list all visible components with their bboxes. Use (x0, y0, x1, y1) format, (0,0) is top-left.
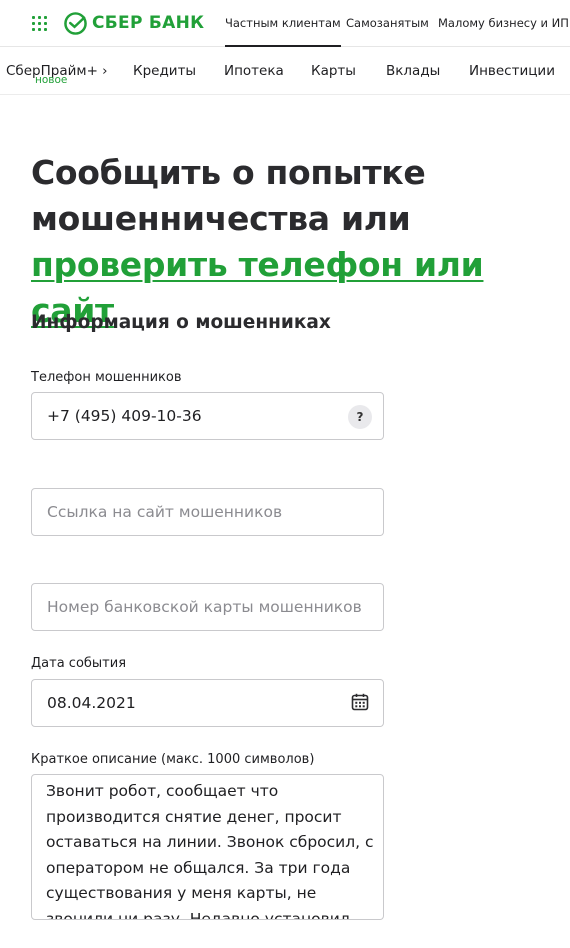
top-nav-private[interactable]: Частным клиентам (225, 16, 341, 47)
section-title: Информация о мошенниках (31, 312, 331, 333)
site-placeholder: Ссылка на сайт мошенников (47, 503, 283, 521)
phone-label: Телефон мошенников (31, 370, 182, 385)
phone-value: +7 (495) 409-10-36 (47, 407, 202, 425)
top-nav-selfemployed[interactable]: Самозанятым (346, 16, 429, 30)
description-textarea[interactable]: Звонит робот, сообщает что производится … (31, 774, 384, 920)
apps-grid-icon[interactable] (32, 16, 47, 31)
nav-credits[interactable]: Кредиты (133, 63, 196, 79)
nav-deposits[interactable]: Вклады (386, 63, 440, 79)
calendar-icon[interactable] (351, 693, 369, 711)
page-title: Сообщить о попытке мошенничества или про… (31, 150, 561, 334)
nav-cards[interactable]: Карты (311, 63, 356, 79)
question-icon[interactable]: ? (348, 405, 372, 429)
date-field[interactable]: 08.04.2021 (31, 679, 384, 727)
logo-text: СБЕР БАНК (92, 13, 205, 33)
product-nav: СберПрайм+ › новое Кредиты Ипотека Карты… (0, 48, 570, 95)
nav-mortgage[interactable]: Ипотека (224, 63, 284, 79)
date-label: Дата события (31, 656, 127, 671)
card-placeholder: Номер банковской карты мошенников (47, 598, 362, 616)
sber-logo[interactable]: СБЕР БАНК (64, 11, 204, 35)
nav-investments[interactable]: Инвестиции (469, 63, 555, 79)
description-text: Звонит робот, сообщает что производится … (46, 782, 374, 920)
card-field[interactable]: Номер банковской карты мошенников (31, 583, 384, 631)
top-header: СБЕР БАНК Частным клиентам Самозанятым М… (0, 0, 570, 47)
description-label: Краткое описание (макс. 1000 символов) (31, 752, 315, 767)
site-field[interactable]: Ссылка на сайт мошенников (31, 488, 384, 536)
title-text: Сообщить о попытке мошенничества или (31, 153, 426, 238)
new-badge: новое (35, 74, 68, 86)
top-nav-smallbiz[interactable]: Малому бизнесу и ИП (438, 16, 569, 30)
phone-field[interactable]: +7 (495) 409-10-36 ? (31, 392, 384, 440)
date-value: 08.04.2021 (47, 694, 136, 712)
sber-logo-icon (64, 11, 87, 35)
